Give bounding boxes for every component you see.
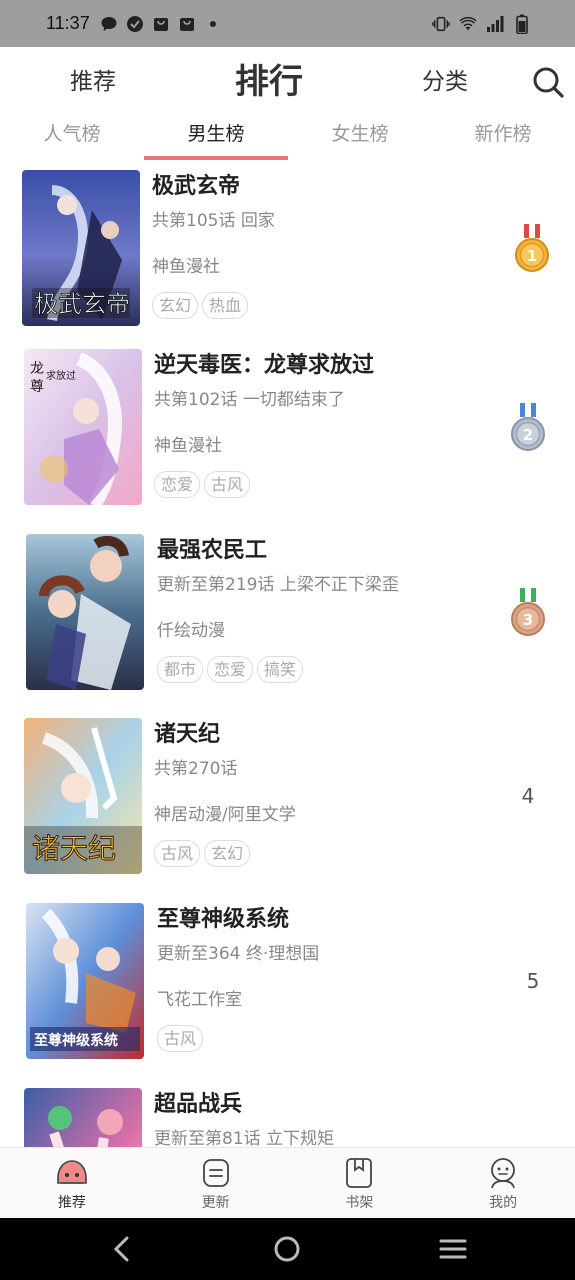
check-circle-icon [126, 15, 144, 33]
item-author: 神鱼漫社 [152, 257, 220, 277]
genre-tag: 都市 [157, 656, 204, 683]
item-title: 超品战兵 [154, 1092, 243, 1117]
item-chapter: 共第270话 [154, 759, 238, 779]
item-author: 仟绘动漫 [157, 621, 225, 641]
list-item[interactable]: 至尊神级系统 至尊神级系统 更新至364 终·理想国 飞花工作室 古风 5 [0, 895, 575, 1080]
svg-text:极武玄帝: 极武玄帝 [34, 290, 130, 318]
bottom-tab-label: 书架 [345, 1195, 374, 1211]
search-icon[interactable] [531, 65, 565, 99]
home-icon[interactable] [272, 1234, 302, 1264]
cover-image [26, 534, 144, 690]
list-item[interactable]: 超品战兵 更新至第81话 立下规矩 [0, 1080, 575, 1147]
bag-icon [152, 15, 170, 33]
genre-tag: 古风 [204, 471, 251, 498]
active-tab-indicator [144, 156, 288, 160]
bottom-tab-bar: 推荐 更新 书架 我的 [0, 1147, 575, 1218]
genre-tag: 恋爱 [154, 471, 201, 498]
dot-icon [204, 15, 222, 33]
rank-number: 1 [527, 247, 537, 265]
genre-tag: 玄幻 [152, 292, 199, 319]
recents-menu-icon[interactable] [438, 1234, 468, 1264]
bottom-tab-label: 我的 [489, 1195, 518, 1211]
item-title: 至尊神级系统 [157, 907, 290, 932]
genre-tag: 搞笑 [257, 656, 304, 683]
list-item[interactable]: 龙 尊 求放过 逆天毒医：龙尊求放过 共第102话 一切都结束了 神鱼漫社 恋爱… [0, 341, 575, 526]
item-chapter: 更新至第81话 立下规矩 [154, 1129, 335, 1147]
bottom-tab-recommend[interactable]: 推荐 [0, 1148, 144, 1218]
list-item[interactable]: 最强农民工 更新至第219话 上梁不正下梁歪 仟绘动漫 都市 恋爱 搞笑 3 [0, 526, 575, 711]
update-list-icon [199, 1156, 233, 1190]
cover-image: 诸天纪 [24, 718, 142, 874]
nav-ranking[interactable]: 排行 [235, 47, 303, 117]
message-icon [100, 15, 118, 33]
bronze-medal-icon: 3 [508, 586, 548, 638]
cover-image: 至尊神级系统 [26, 903, 144, 1059]
genre-tag: 古风 [154, 840, 201, 867]
bottom-tab-label: 推荐 [57, 1195, 86, 1211]
cover-image: 极武玄帝 [22, 170, 140, 326]
vibrate-icon [432, 15, 450, 33]
rank-number: 4 [521, 784, 535, 808]
item-title: 极武玄帝 [152, 174, 241, 199]
item-author: 神居动漫/阿里文学 [154, 805, 296, 825]
rank-list: 极武玄帝 极武玄帝 共第105话 回家 神鱼漫社 玄幻 热血 1 龙 尊 求放过… [0, 162, 575, 1147]
top-nav: 推荐 排行 分类 [0, 47, 575, 117]
svg-text:诸天纪: 诸天纪 [32, 832, 116, 865]
gold-medal-icon: 1 [512, 222, 552, 274]
tab-new[interactable]: 新作榜 [431, 117, 575, 157]
rank-number: 5 [526, 969, 540, 993]
bottom-tab-bookshelf[interactable]: 书架 [288, 1148, 432, 1218]
bottom-tab-profile[interactable]: 我的 [431, 1148, 575, 1218]
item-chapter: 更新至364 终·理想国 [157, 944, 320, 964]
system-nav-bar [0, 1218, 575, 1280]
tab-popularity[interactable]: 人气榜 [0, 117, 144, 157]
svg-text:龙: 龙 [30, 361, 44, 377]
genre-tag: 恋爱 [207, 656, 254, 683]
back-icon[interactable] [107, 1234, 137, 1264]
item-author: 神鱼漫社 [154, 436, 222, 456]
bottom-tab-update[interactable]: 更新 [144, 1148, 288, 1218]
list-item[interactable]: 极武玄帝 极武玄帝 共第105话 回家 神鱼漫社 玄幻 热血 1 [0, 162, 575, 347]
bottom-tab-label: 更新 [201, 1195, 230, 1211]
item-chapter: 更新至第219话 上梁不正下梁歪 [157, 575, 399, 595]
item-author: 飞花工作室 [157, 990, 242, 1010]
tab-male[interactable]: 男生榜 [144, 117, 288, 157]
recommend-face-icon [55, 1156, 89, 1190]
rank-number: 3 [523, 611, 533, 629]
rank-number: 2 [523, 426, 533, 444]
signal-icon [486, 15, 504, 33]
wifi-icon [459, 15, 477, 33]
svg-text:求放过: 求放过 [46, 369, 76, 382]
bag-icon [178, 15, 196, 33]
item-title: 逆天毒医：龙尊求放过 [154, 353, 375, 378]
nav-category[interactable]: 分类 [422, 47, 468, 117]
genre-tag: 热血 [202, 292, 249, 319]
item-title: 最强农民工 [157, 538, 268, 563]
svg-text:至尊神级系统: 至尊神级系统 [34, 1032, 118, 1049]
tab-female[interactable]: 女生榜 [288, 117, 432, 157]
profile-icon [486, 1156, 520, 1190]
bookshelf-icon [342, 1156, 376, 1190]
status-time: 11:37 [46, 13, 90, 33]
item-chapter: 共第102话 一切都结束了 [154, 390, 345, 410]
sub-tabs: 人气榜 男生榜 女生榜 新作榜 [0, 117, 575, 161]
list-item[interactable]: 诸天纪 诸天纪 共第270话 神居动漫/阿里文学 古风 玄幻 4 [0, 710, 575, 895]
item-title: 诸天纪 [154, 722, 221, 747]
genre-tag: 古风 [157, 1025, 204, 1052]
nav-recommend[interactable]: 推荐 [70, 47, 116, 117]
battery-icon [513, 14, 531, 34]
svg-text:尊: 尊 [30, 378, 44, 395]
genre-tag: 玄幻 [204, 840, 251, 867]
silver-medal-icon: 2 [508, 401, 548, 453]
item-chapter: 共第105话 回家 [152, 211, 275, 231]
cover-image [24, 1088, 142, 1147]
cover-image: 龙 尊 求放过 [24, 349, 142, 505]
status-bar: 11:37 [0, 0, 575, 47]
